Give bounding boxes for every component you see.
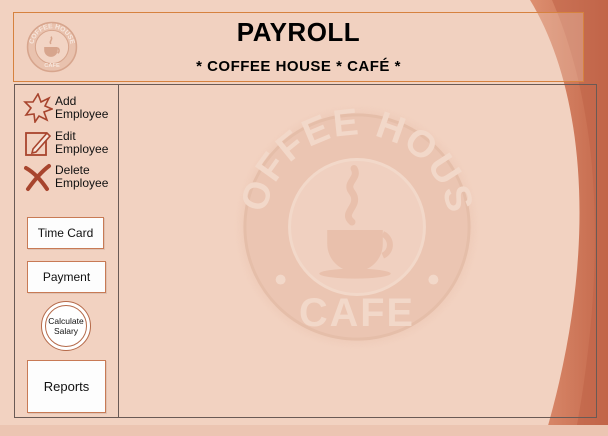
main-frame: Add Employee Edit Employee Delete Employ… [14,84,597,418]
coffee-house-watermark-icon: COFFEE HOUSE CAFE [233,103,480,351]
reports-button[interactable]: Reports [27,360,106,413]
header-panel: COFFEE HOUSE CAFE PAYROLL * COFFEE HOUSE… [13,12,584,82]
add-employee-button[interactable]: Add Employee [23,93,108,123]
page-subtitle: * COFFEE HOUSE * CAFÉ * [196,58,401,75]
calculate-salary-button[interactable]: Calculate Salary [41,301,91,351]
calculate-salary-label: Calculate Salary [45,305,87,347]
delete-x-icon [24,164,51,191]
content-area: COFFEE HOUSE CAFE [119,85,596,417]
add-employee-label: Add Employee [55,94,109,121]
starburst-icon [23,93,53,123]
page-title: PAYROLL [236,17,361,47]
time-card-button[interactable]: Time Card [27,217,104,249]
edit-employee-button[interactable]: Edit Employee [23,128,108,158]
delete-employee-button[interactable]: Delete Employee [23,162,108,192]
payment-button[interactable]: Payment [27,261,106,293]
calculate-salary-text: Calculate Salary [48,316,84,336]
edit-pencil-icon [25,131,52,156]
sidebar: Add Employee Edit Employee Delete Employ… [15,85,119,417]
edit-employee-label: Edit Employee [55,129,109,156]
watermark-text-bottom: CAFE [299,291,415,335]
delete-employee-label: Delete Employee [55,163,109,190]
